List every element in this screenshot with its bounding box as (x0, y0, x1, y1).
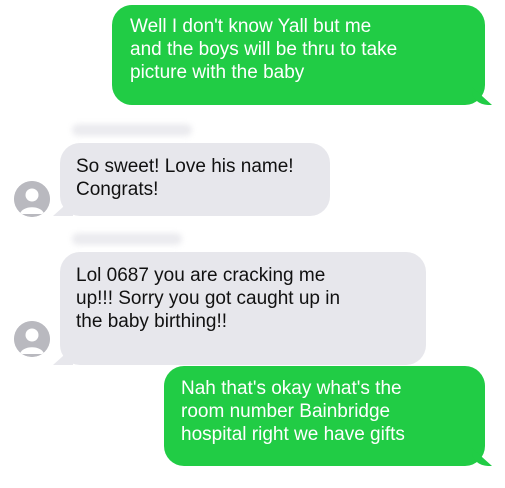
person-silhouette-icon (14, 321, 50, 357)
contact-avatar-icon[interactable] (14, 181, 50, 217)
person-silhouette-icon (14, 181, 50, 217)
blurred-sender-label (72, 124, 192, 136)
message-thread: Well I don't know Yall but me and the bo… (0, 0, 505, 488)
outgoing-message-bubble[interactable]: Well I don't know Yall but me and the bo… (112, 5, 485, 105)
incoming-message-bubble[interactable]: So sweet! Love his name! Congrats! (60, 143, 330, 216)
contact-avatar-icon[interactable] (14, 321, 50, 357)
incoming-message-bubble[interactable]: Lol 0687 you are cracking me up!!! Sorry… (60, 252, 426, 365)
outgoing-message-bubble[interactable]: Nah that's okay what's the room number B… (164, 366, 485, 466)
blurred-sender-label (72, 233, 182, 245)
